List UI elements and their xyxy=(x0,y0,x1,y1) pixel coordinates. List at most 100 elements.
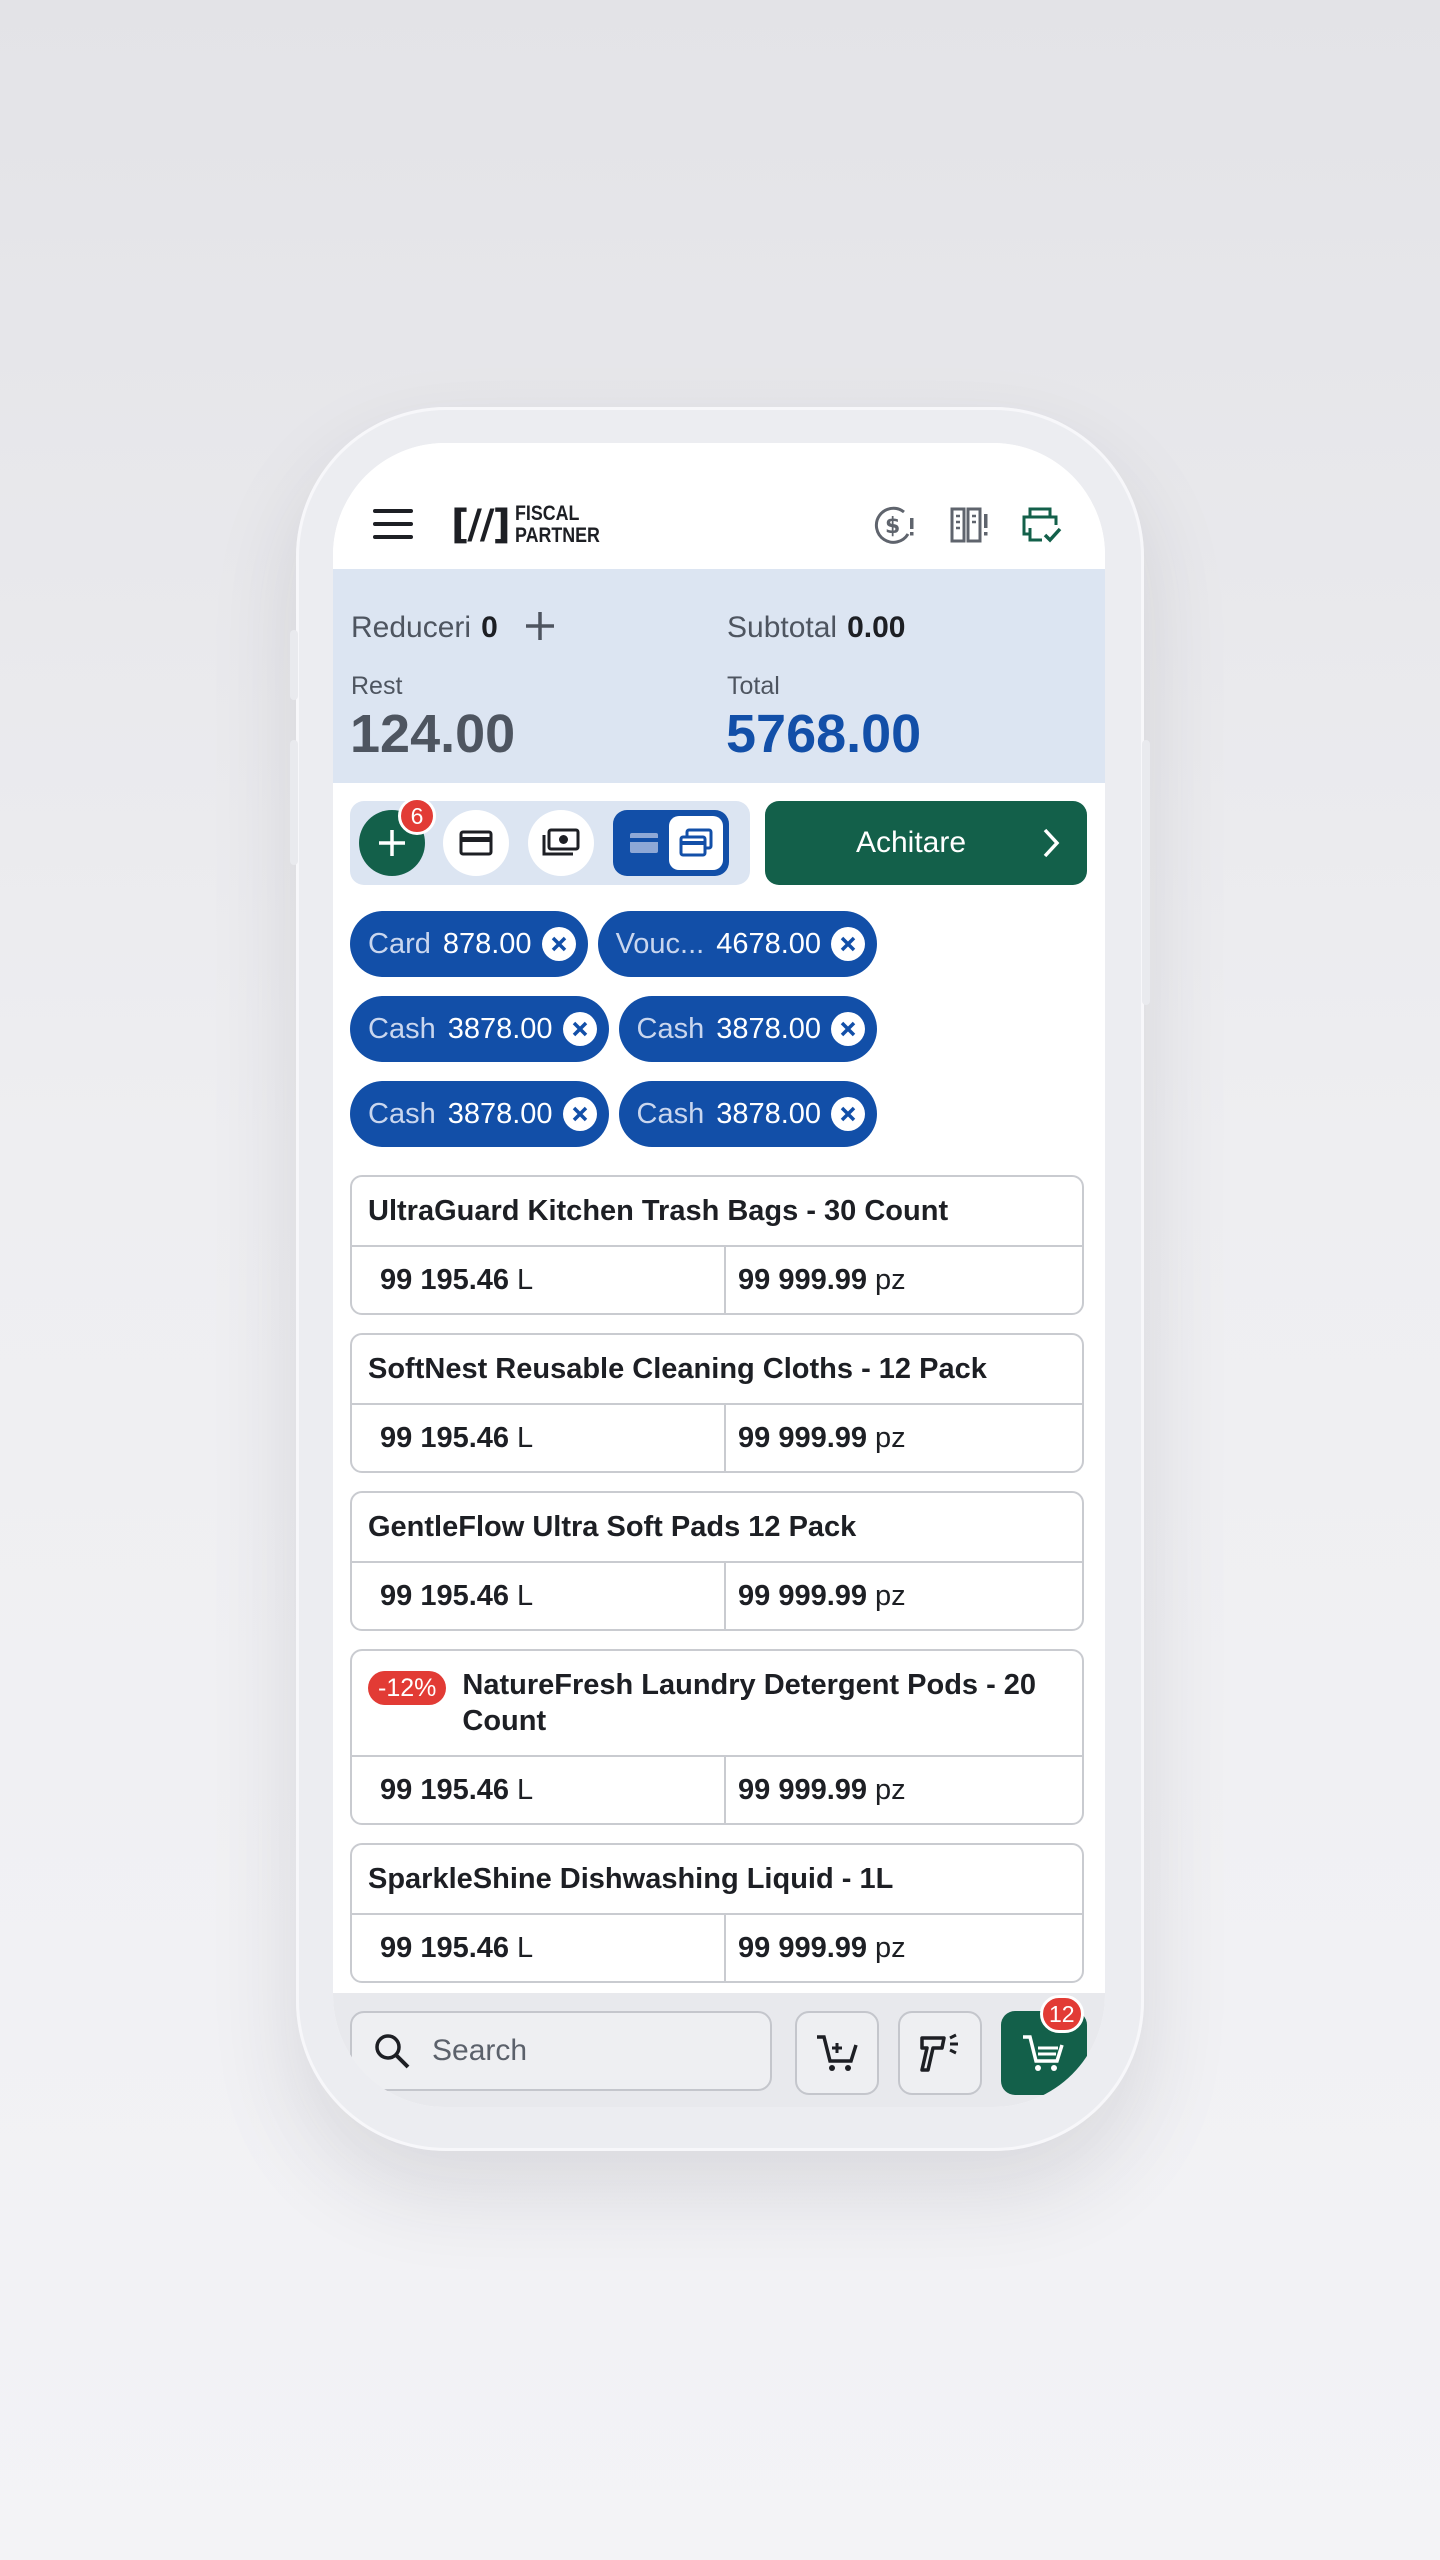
payment-mode-toggle[interactable] xyxy=(613,810,729,876)
payment-chip[interactable]: Cash 3878.00 xyxy=(618,996,878,1062)
product-name: GentleFlow Ultra Soft Pads 12 Pack xyxy=(368,1511,857,1543)
cart-icon xyxy=(817,2035,858,2071)
phone-side-button xyxy=(290,630,298,700)
product-price[interactable]: 99 195.46 L xyxy=(352,1405,726,1471)
barcode-scanner-button[interactable] xyxy=(898,2011,982,2095)
discount-badge: -12% xyxy=(368,1671,447,1705)
credit-card-icon xyxy=(459,830,493,856)
search-input[interactable] xyxy=(430,2033,734,2069)
plus-icon xyxy=(379,830,405,856)
single-card-icon[interactable] xyxy=(623,822,665,864)
payment-chip[interactable]: Cash 3878.00 xyxy=(618,1081,878,1147)
payment-chip[interactable]: Card 878.00 xyxy=(350,911,588,977)
rest-value: 124.00 xyxy=(350,704,516,764)
cash-icon xyxy=(542,828,580,856)
product-price[interactable]: 99 195.46 L xyxy=(352,1757,726,1823)
product-title: GentleFlow Ultra Soft Pads 12 Pack xyxy=(352,1493,1082,1563)
product-price[interactable]: 99 195.46 L xyxy=(352,1915,726,1981)
chip-amount: 3878.00 xyxy=(447,1097,553,1130)
remove-chip-icon[interactable] xyxy=(831,927,866,961)
cash-payment-button[interactable] xyxy=(528,810,594,876)
product-card[interactable]: SparkleShine Dishwashing Liquid - 1L 99 … xyxy=(350,1843,1084,1983)
product-card[interactable]: UltraGuard Kitchen Trash Bags - 30 Count… xyxy=(350,1175,1084,1315)
currency-alert-icon[interactable]: $ xyxy=(873,503,917,547)
multi-card-icon[interactable] xyxy=(669,816,723,870)
remove-chip-icon[interactable] xyxy=(562,1097,597,1131)
product-card[interactable]: SoftNest Reusable Cleaning Cloths - 12 P… xyxy=(350,1333,1084,1473)
reduceri-label: Reduceri xyxy=(351,611,472,644)
add-to-cart-button[interactable] xyxy=(795,2011,879,2095)
price-unit: L xyxy=(517,1579,534,1612)
top-bar: [//] FISCAL PARTNER $ xyxy=(333,443,1105,569)
printer-check-icon[interactable] xyxy=(1019,503,1063,547)
payment-chips: Card 878.00 Vouc... 4678.00 Cash 3878.00 Ca… xyxy=(350,911,1090,1166)
menu-icon[interactable] xyxy=(373,509,413,539)
search-box[interactable] xyxy=(350,2011,772,2091)
payments-count-badge: 6 xyxy=(398,797,436,835)
qty-value: 99 999.99 xyxy=(738,1421,868,1454)
product-list: UltraGuard Kitchen Trash Bags - 30 Count… xyxy=(350,1175,1084,2001)
price-value: 99 195.46 xyxy=(380,1263,510,1296)
remove-chip-icon[interactable] xyxy=(831,1097,866,1131)
qty-value: 99 999.99 xyxy=(738,1579,868,1612)
app-screen: [//] FISCAL PARTNER $ Reduceri 0 Subtotal… xyxy=(333,443,1105,2107)
qty-unit: pz xyxy=(875,1773,906,1806)
chip-method: Cash xyxy=(368,1012,436,1045)
reduceri-value: 0 xyxy=(481,611,498,644)
product-quantity[interactable]: 99 999.99 pz xyxy=(726,1757,1082,1823)
payment-chip[interactable]: Vouc... 4678.00 xyxy=(597,911,878,977)
product-quantity[interactable]: 99 999.99 pz xyxy=(726,1247,1082,1313)
qty-unit: pz xyxy=(875,1579,906,1612)
price-value: 99 195.46 xyxy=(380,1579,510,1612)
chip-method: Card xyxy=(368,927,431,960)
remove-chip-icon[interactable] xyxy=(541,927,576,961)
product-title: -12% NatureFresh Laundry Detergent Pods -… xyxy=(352,1651,1082,1757)
totals-panel: Reduceri 0 Subtotal 0.00 Rest 124.00 Total… xyxy=(333,569,1105,783)
qty-value: 99 999.99 xyxy=(738,1931,868,1964)
remove-chip-icon[interactable] xyxy=(562,1012,597,1046)
product-card[interactable]: GentleFlow Ultra Soft Pads 12 Pack 99 19… xyxy=(350,1491,1084,1631)
logo-mark: [//] xyxy=(451,502,511,548)
pay-button[interactable]: Achitare xyxy=(765,801,1087,885)
product-title: SparkleShine Dishwashing Liquid - 1L xyxy=(352,1845,1082,1915)
chip-amount: 3878.00 xyxy=(716,1097,822,1130)
price-value: 99 195.46 xyxy=(380,1773,510,1806)
scanner-icon xyxy=(920,2033,958,2072)
payment-chip[interactable]: Cash 3878.00 xyxy=(350,996,609,1062)
price-unit: L xyxy=(517,1931,534,1964)
subtotal-row: Subtotal 0.00 xyxy=(727,611,905,645)
payment-method-group: 6 xyxy=(350,797,750,885)
product-price[interactable]: 99 195.46 L xyxy=(352,1563,726,1629)
product-title: UltraGuard Kitchen Trash Bags - 30 Count xyxy=(352,1177,1082,1247)
chip-method: Cash xyxy=(636,1097,705,1130)
product-quantity[interactable]: 99 999.99 pz xyxy=(726,1915,1082,1981)
rest-label: Rest xyxy=(351,672,403,700)
product-card[interactable]: -12% NatureFresh Laundry Detergent Pods -… xyxy=(350,1649,1084,1825)
phone-side-button xyxy=(1142,740,1150,1005)
chip-method: Cash xyxy=(368,1097,436,1130)
product-name: UltraGuard Kitchen Trash Bags - 30 Count xyxy=(368,1195,949,1227)
card-payment-button[interactable] xyxy=(443,810,509,876)
qty-unit: pz xyxy=(875,1263,906,1296)
product-quantity[interactable]: 99 999.99 pz xyxy=(726,1405,1082,1471)
chevron-right-icon xyxy=(1043,828,1060,858)
product-price[interactable]: 99 195.46 L xyxy=(352,1247,726,1313)
phone-side-button xyxy=(290,740,298,865)
chip-amount: 3878.00 xyxy=(447,1012,553,1045)
chip-amount: 3878.00 xyxy=(716,1012,822,1045)
remove-chip-icon[interactable] xyxy=(831,1012,866,1046)
total-label: Total xyxy=(727,672,780,700)
subtotal-value: 0.00 xyxy=(847,611,906,644)
product-quantity[interactable]: 99 999.99 pz xyxy=(726,1563,1082,1629)
subtotal-label: Subtotal xyxy=(727,611,838,644)
logo: [//] FISCAL PARTNER xyxy=(451,499,615,551)
receipt-alert-icon[interactable] xyxy=(946,503,990,547)
payment-chip[interactable]: Cash 3878.00 xyxy=(350,1081,609,1147)
bottom-bar: 12 xyxy=(333,1993,1105,2107)
price-value: 99 195.46 xyxy=(380,1931,510,1964)
product-name: SparkleShine Dishwashing Liquid - 1L xyxy=(368,1863,894,1895)
add-discount-icon[interactable] xyxy=(523,609,557,643)
total-value: 5768.00 xyxy=(726,704,922,764)
product-name: SoftNest Reusable Cleaning Cloths - 12 P… xyxy=(368,1353,987,1385)
price-unit: L xyxy=(517,1421,534,1454)
